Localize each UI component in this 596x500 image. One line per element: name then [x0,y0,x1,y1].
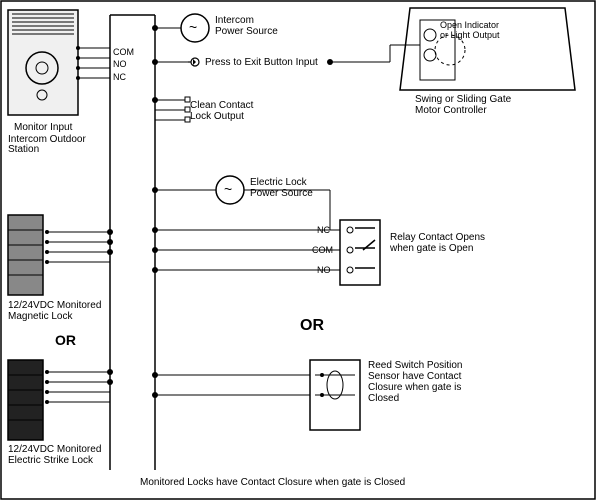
ac-symbol-lock: ~ [224,181,232,197]
clean-contact-label: Clean Contact [190,100,254,111]
relay-contact-label: Relay Contact Opens [390,232,485,243]
bottom-note: Monitored Locks have Contact Closure whe… [140,477,405,488]
wiring-diagram: Monitor Input Intercom Outdoor Station ~… [0,0,596,500]
relay-contact-label2: when gate is Open [389,243,473,254]
monitor-input-label: Monitor Input [14,122,73,133]
com-label1: COM [113,47,134,57]
reed-switch-label2: Sensor have Contact [368,371,462,382]
open-indicator-label: Open Indicator [440,20,499,30]
electric-strike-label: 12/24VDC Monitored [8,444,101,455]
no-label1: NO [113,59,127,69]
magnetic-lock-label: 12/24VDC Monitored [8,300,101,311]
reed-switch-label4: Closed [368,393,399,404]
open-indicator-label2: or Light Output [440,30,500,40]
swing-gate-label: Swing or Sliding Gate [415,94,512,105]
magnetic-lock-label2: Magnetic Lock [8,311,73,322]
intercom-outdoor-label2: Station [8,144,39,155]
intercom-power-label: Intercom [215,15,254,26]
or-label-middle: OR [300,317,324,334]
or-label-top: OR [55,332,76,348]
swing-gate-label2: Motor Controller [415,105,487,116]
clean-contact-label2: Lock Output [190,111,244,122]
ac-symbol-intercom: ~ [189,19,197,35]
nc-label1: NC [113,72,126,82]
electric-strike-label2: Electric Strike Lock [8,455,94,466]
electric-lock-label: Electric Lock [250,177,308,188]
press-exit-label: Press to Exit Button Input [205,57,318,68]
reed-switch-label3: Closure when gate is [368,382,461,393]
reed-switch-label: Reed Switch Position [368,360,463,371]
intercom-power-label2: Power Source [215,26,278,37]
